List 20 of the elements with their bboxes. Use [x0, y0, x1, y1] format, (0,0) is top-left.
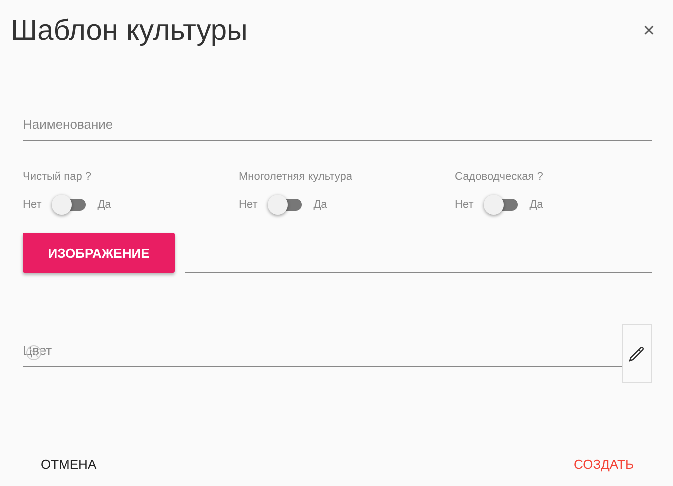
toggle-switch[interactable]	[268, 195, 304, 215]
on-label: Да	[530, 199, 544, 211]
toggle-label: Многолетняя культура	[239, 171, 354, 183]
image-button[interactable]: ИЗОБРАЖЕНИЕ	[23, 233, 175, 273]
off-label: Нет	[23, 199, 42, 211]
toggle-label: Чистый пар ?	[23, 171, 92, 183]
close-button[interactable]: ×	[643, 21, 655, 41]
color-picker-button[interactable]	[622, 324, 652, 383]
on-label: Да	[98, 199, 112, 211]
dialog-title: Шаблон культуры	[11, 14, 248, 48]
create-button[interactable]: СОЗДАТЬ	[564, 453, 644, 476]
off-label: Нет	[239, 199, 258, 211]
eyedropper-icon	[628, 344, 646, 362]
off-label: Нет	[455, 199, 474, 211]
on-label: Да	[314, 199, 328, 211]
toggle-label: Садоводческая ?	[455, 171, 544, 183]
toggle-switch[interactable]	[484, 195, 520, 215]
cancel-button[interactable]: ОТМЕНА	[31, 453, 107, 476]
toggle-switch[interactable]	[52, 195, 88, 215]
name-field[interactable]: Наименование	[23, 113, 652, 141]
